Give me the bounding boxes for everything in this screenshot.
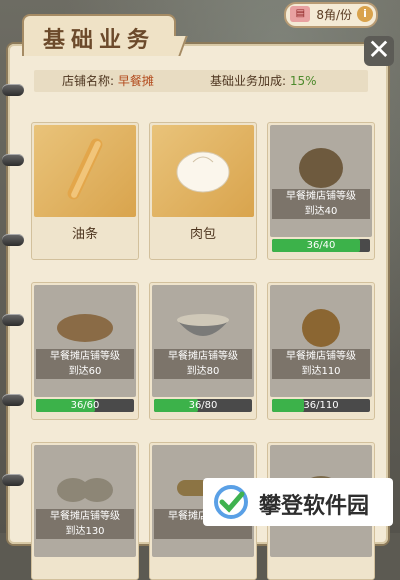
site-logo-icon xyxy=(214,485,248,519)
progress-bar: 36/60 xyxy=(36,399,134,412)
unlock-requirement: 早餐摊店铺等级 到达60 xyxy=(36,349,134,379)
bread-icon xyxy=(57,313,113,342)
shop-info-bar: 店铺名称: 早餐摊 基础业务加成: 15% xyxy=(34,70,368,92)
spiral-ring xyxy=(2,314,24,326)
progress-bar: 36/40 xyxy=(272,239,370,252)
unlock-requirement: 早餐摊店铺等级 到达80 xyxy=(154,349,252,379)
unlock-requirement: 早餐摊店铺等级 到达40 xyxy=(272,189,370,219)
info-icon[interactable]: i xyxy=(357,6,373,22)
business-card-locked[interactable]: 早餐摊店铺等级 到达130 xyxy=(31,442,139,580)
progress-bar: 36/110 xyxy=(272,399,370,412)
spiral-ring xyxy=(2,394,24,406)
unlock-requirement: 早餐摊店铺等级 到达130 xyxy=(36,509,134,539)
baozi-icon xyxy=(176,151,230,193)
business-card-youtiao[interactable]: 油条 xyxy=(31,122,139,260)
business-card-locked[interactable]: 早餐摊店铺等级 到达110 36/110 xyxy=(267,282,375,420)
business-card-locked[interactable]: 早餐摊店铺等级 到达80 36/80 xyxy=(149,282,257,420)
spiral-ring xyxy=(2,474,24,486)
unlock-requirement: 早餐摊店铺等级 到达110 xyxy=(272,349,370,379)
business-card-roubao[interactable]: 肉包 xyxy=(149,122,257,260)
sesame-ball-icon xyxy=(302,308,340,347)
page-title: 基础业务 xyxy=(42,28,155,53)
shop-name-label: 店铺名称: xyxy=(62,74,115,88)
page-title-tab: 基础业务 xyxy=(22,14,188,56)
close-icon: ✕ xyxy=(367,33,391,66)
close-button[interactable]: ✕ xyxy=(364,36,394,66)
bonus-label: 基础业务加成: xyxy=(210,74,287,88)
shop-name-value: 早餐摊 xyxy=(117,74,154,88)
bun-icon xyxy=(299,147,343,188)
spiral-ring xyxy=(2,234,24,246)
business-card-locked[interactable]: 早餐摊店铺等级 到达40 36/40 xyxy=(267,122,375,260)
item-name: 肉包 xyxy=(189,227,216,242)
price-badge: ▤ 8角/份 i xyxy=(284,2,378,28)
watermark-text: 攀登软件园 xyxy=(259,494,370,519)
item-name: 油条 xyxy=(71,227,98,242)
progress-bar: 36/80 xyxy=(154,399,252,412)
price-text: 8角/份 xyxy=(316,8,352,22)
soymilk-bowl-icon xyxy=(177,313,229,336)
spiral-ring xyxy=(2,154,24,166)
dumplings-icon xyxy=(57,477,113,502)
ticket-icon: ▤ xyxy=(290,6,311,22)
business-card-locked[interactable]: 早餐摊店铺等级 到达60 36/60 xyxy=(31,282,139,420)
watermark-badge: 攀登软件园 xyxy=(203,478,393,526)
youtiao-icon xyxy=(67,138,103,200)
spiral-ring xyxy=(2,84,24,96)
bonus-value: 15% xyxy=(289,74,317,88)
